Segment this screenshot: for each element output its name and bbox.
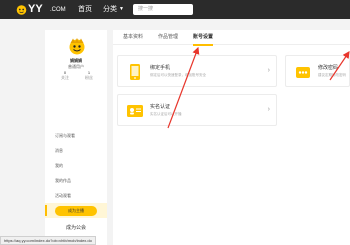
id-card-icon [127,105,143,117]
real-name-card[interactable]: 实名认证 实名认证后可以开播 › [117,94,277,126]
sidebar-item-my-works[interactable]: 我的作品 [45,173,107,188]
settings-tabs: 基本资料 作品管理 账号设置 [113,30,350,46]
card-title: 实名认证 [150,104,171,110]
sidebar-item-activity[interactable]: 活动观看 [45,188,107,203]
nav-home[interactable]: 首页 [78,0,92,19]
yy-logo[interactable]: YY .COM [16,3,66,16]
browser-status-url: https://aq.yy.com/index.do?ob=vhtb/mob/i… [0,236,96,245]
profile-name: 娟娟娟 [70,58,82,63]
chevron-down-icon: ▼ [119,6,124,12]
chevron-right-icon: › [267,106,270,113]
change-password-card[interactable]: 修改密码 建议定期修改密码 [285,55,350,87]
lock-icon [296,67,310,78]
become-guild-link[interactable]: 成为公会 [55,223,97,233]
card-title: 修改密码 [318,65,339,71]
bind-phone-card[interactable]: 绑定手机 绑定后可以快速登录，增加账号安全 › [117,55,277,87]
logo-text: YY [28,3,43,15]
chevron-right-icon: › [267,67,270,74]
card-description: 绑定后可以快速登录，增加账号安全 [150,73,206,77]
search-input[interactable]: 搜一搜 [133,4,193,15]
stat-label: 关注 [61,75,69,80]
card-title: 绑定手机 [150,65,171,71]
tab-account-settings[interactable]: 账号设置 [193,30,214,46]
yy-mascot-icon [16,5,27,15]
tab-basic-info[interactable]: 基本资料 [123,30,143,45]
avatar[interactable] [68,37,86,55]
become-streamer-button[interactable]: 成为主播 [55,206,97,216]
profile-level: 普通用户 [68,64,84,69]
tab-works-management[interactable]: 作品管理 [158,30,178,45]
stat-label: 粉丝 [85,75,93,80]
sidebar-menu: 订阅与观看 消息 我的 我的作品 活动观看 基本资料 [45,128,107,218]
stat-following[interactable]: 0 关注 [55,70,75,80]
top-navigation-bar: YY .COM 首页 分类 ▼ 搜一搜 [0,0,350,19]
sidebar-item-messages[interactable]: 消息 [45,143,107,158]
sidebar-item-subscriptions[interactable]: 订阅与观看 [45,128,107,143]
nav-category-dropdown[interactable]: 分类 ▼ [103,0,124,19]
nav-category-label: 分类 [103,6,117,13]
phone-icon [130,64,140,80]
stat-fans[interactable]: 1 粉丝 [79,70,99,80]
card-description: 实名认证后可以开播 [150,112,182,116]
sidebar-item-mine[interactable]: 我的 [45,158,107,173]
logo-suffix: .COM [50,7,66,13]
profile-sidebar: 娟娟娟 普通用户 0 关注 1 粉丝 订阅与观看 消息 我的 我的作品 活动观看… [45,30,107,245]
card-description: 建议定期修改密码 [318,73,346,77]
